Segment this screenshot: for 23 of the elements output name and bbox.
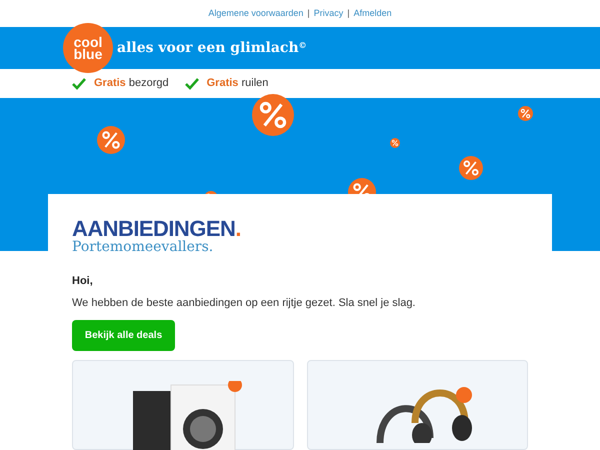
usp-text: Gratis bezorgd (94, 76, 169, 92)
link-separator: | (347, 6, 350, 20)
intro-text: We hebben de beste aanbiedingen op een rijtje gezet. Sla snel je slag. (72, 296, 416, 310)
tagline: alles voor een glimlach$^{©}$ (117, 38, 307, 58)
product-photo[interactable] (306, 360, 528, 450)
percent-badge-icon (459, 156, 483, 180)
footer-link[interactable]: Algemene voorwaarden (208, 6, 304, 20)
link-separator: | (307, 6, 310, 20)
percent-badge-icon (518, 106, 533, 121)
product-photo[interactable] (72, 360, 294, 450)
deals-subtitle: Portemomeevallers. (72, 240, 214, 254)
percent-badge-icon (97, 126, 125, 154)
view-deals-button[interactable]: Bekijk alle deals (72, 320, 175, 351)
footer-link[interactable]: Afmelden (354, 6, 392, 20)
percent-badge-icon (252, 94, 294, 136)
greeting: Hoi, (72, 274, 94, 289)
percent-badge-icon (390, 138, 400, 148)
check-icon (184, 78, 199, 90)
check-icon (72, 78, 86, 90)
usp-text: Gratis ruilen (206, 76, 268, 92)
footer-link[interactable]: Privacy (314, 6, 344, 20)
logo[interactable]: cool blue (63, 23, 113, 74)
deals-title: AANBIEDINGEN. (72, 218, 242, 240)
